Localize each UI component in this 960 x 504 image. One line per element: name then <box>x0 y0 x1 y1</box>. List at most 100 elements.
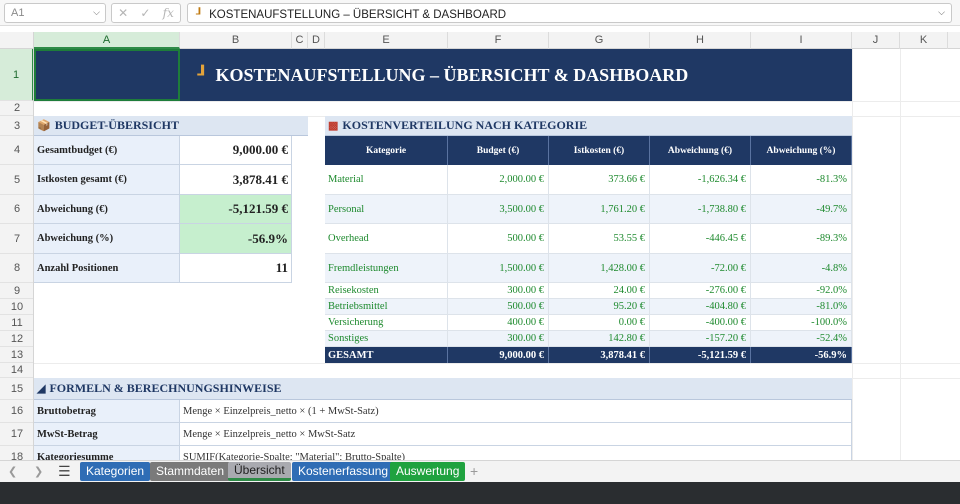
table-cell[interactable]: 24.00 € <box>549 283 650 299</box>
table-cell[interactable]: Sonstiges <box>325 331 448 347</box>
table-cell[interactable]: -1,626.34 € <box>650 165 751 195</box>
table-cell[interactable]: -276.00 € <box>650 283 751 299</box>
function-icon[interactable]: fx <box>163 6 174 20</box>
table-cell[interactable]: 400.00 € <box>448 315 549 331</box>
column-header-c[interactable]: C <box>292 32 308 49</box>
table-cell[interactable]: -4.8% <box>751 254 852 283</box>
table-cell[interactable]: 142.80 € <box>549 331 650 347</box>
table-cell[interactable]: Betriebsmittel <box>325 299 448 315</box>
table-cell[interactable]: 0.00 € <box>549 315 650 331</box>
chevron-left-icon[interactable]: ❮ <box>8 465 17 478</box>
table-cell[interactable]: 2,000.00 € <box>448 165 549 195</box>
column-header-i[interactable]: I <box>751 32 852 49</box>
table-cell[interactable]: Reisekosten <box>325 283 448 299</box>
table-cell[interactable]: -92.0% <box>751 283 852 299</box>
total-cell[interactable]: 3,878.41 € <box>549 347 650 363</box>
table-cell[interactable]: Fremdleistungen <box>325 254 448 283</box>
budget-value[interactable]: 11 <box>180 254 292 283</box>
row-header[interactable]: 13 <box>0 347 33 363</box>
budget-value[interactable]: 3,878.41 € <box>180 165 292 195</box>
table-cell[interactable]: 500.00 € <box>448 299 549 315</box>
chevron-down-icon[interactable]: ⌵ <box>93 7 100 18</box>
column-header-k[interactable]: K <box>900 32 948 49</box>
formula-input[interactable]: ┚ KOSTENAUFSTELLUNG – ÜBERSICHT & DASHBO… <box>187 3 952 23</box>
row-header[interactable]: 5 <box>0 165 33 195</box>
row-header[interactable]: 3 <box>0 116 33 136</box>
budget-value[interactable]: 9,000.00 € <box>180 136 292 165</box>
table-cell[interactable]: -400.00 € <box>650 315 751 331</box>
menu-icon[interactable]: ☰ <box>58 463 71 480</box>
formula-text[interactable]: Menge × Einzelpreis_netto × (1 + MwSt-Sa… <box>180 400 852 423</box>
table-cell[interactable]: 95.20 € <box>549 299 650 315</box>
table-cell[interactable]: -49.7% <box>751 195 852 224</box>
column-header-j[interactable]: J <box>852 32 900 49</box>
name-box[interactable]: A1 ⌵ <box>4 3 106 23</box>
table-cell[interactable]: -72.00 € <box>650 254 751 283</box>
sheet-tab-kostenerfassung[interactable]: Kostenerfassung <box>292 462 395 481</box>
budget-value[interactable]: -5,121.59 € <box>180 195 292 224</box>
formula-text[interactable]: SUMIF(Kategorie-Spalte; "Material"; Brut… <box>180 446 852 460</box>
cancel-icon[interactable]: ✕ <box>118 6 128 20</box>
table-cell[interactable]: -404.80 € <box>650 299 751 315</box>
column-header-f[interactable]: F <box>448 32 549 49</box>
total-cell[interactable]: 9,000.00 € <box>448 347 549 363</box>
table-cell[interactable]: -52.4% <box>751 331 852 347</box>
table-cell[interactable]: Personal <box>325 195 448 224</box>
total-cell[interactable]: -56.9% <box>751 347 852 363</box>
row-header[interactable]: 10 <box>0 299 33 315</box>
row-header[interactable]: 12 <box>0 331 33 347</box>
table-cell[interactable]: 500.00 € <box>448 224 549 254</box>
select-all-corner[interactable] <box>0 32 34 49</box>
row-header[interactable]: 16 <box>0 400 33 423</box>
table-cell[interactable]: 1,428.00 € <box>549 254 650 283</box>
column-header-h[interactable]: H <box>650 32 751 49</box>
expand-formula-icon[interactable]: ⌵ <box>938 7 945 18</box>
confirm-icon[interactable]: ✓ <box>140 6 150 20</box>
table-cell[interactable]: Overhead <box>325 224 448 254</box>
row-header[interactable]: 6 <box>0 195 33 224</box>
add-sheet-icon[interactable]: + <box>470 463 478 479</box>
row-header[interactable]: 4 <box>0 136 33 165</box>
table-cell[interactable]: -157.20 € <box>650 331 751 347</box>
column-header-b[interactable]: B <box>180 32 292 49</box>
table-cell[interactable]: Versicherung <box>325 315 448 331</box>
sheet-tab-auswertung[interactable]: Auswertung <box>390 462 466 481</box>
row-header[interactable]: 18 <box>0 446 33 460</box>
table-cell[interactable]: -81.3% <box>751 165 852 195</box>
row-header[interactable]: 9 <box>0 283 33 299</box>
table-cell[interactable]: -446.45 € <box>650 224 751 254</box>
row-header[interactable]: 7 <box>0 224 33 254</box>
table-cell[interactable]: -100.0% <box>751 315 852 331</box>
row-header[interactable]: 11 <box>0 315 33 331</box>
column-header-d[interactable]: D <box>308 32 325 49</box>
sheet-tab-uebersicht[interactable]: Übersicht <box>228 462 291 481</box>
row-header[interactable]: 2 <box>0 101 33 116</box>
table-cell[interactable]: 53.55 € <box>549 224 650 254</box>
sheet-tab-kategorien[interactable]: Kategorien <box>80 462 151 481</box>
formula-text[interactable]: Menge × Einzelpreis_netto × MwSt-Satz <box>180 423 852 446</box>
table-cell[interactable]: Material <box>325 165 448 195</box>
table-cell[interactable]: 1,761.20 € <box>549 195 650 224</box>
table-cell[interactable]: 300.00 € <box>448 283 549 299</box>
chevron-right-icon[interactable]: ❯ <box>34 465 43 478</box>
selected-cell-a1[interactable] <box>34 49 180 101</box>
total-cell[interactable]: GESAMT <box>325 347 448 363</box>
table-cell[interactable]: 300.00 € <box>448 331 549 347</box>
table-cell[interactable]: -89.3% <box>751 224 852 254</box>
table-cell[interactable]: 373.66 € <box>549 165 650 195</box>
table-cell[interactable]: -81.0% <box>751 299 852 315</box>
column-header-g[interactable]: G <box>549 32 650 49</box>
row-header[interactable]: 15 <box>0 378 33 400</box>
row-header[interactable]: 1 <box>0 49 33 101</box>
column-header-a[interactable]: A <box>34 32 180 49</box>
total-cell[interactable]: -5,121.59 € <box>650 347 751 363</box>
sheet-tab-stammdaten[interactable]: Stammdaten <box>150 462 231 481</box>
budget-value[interactable]: -56.9% <box>180 224 292 254</box>
column-header-e[interactable]: E <box>325 32 448 49</box>
row-header[interactable]: 17 <box>0 423 33 446</box>
row-header[interactable]: 14 <box>0 363 33 378</box>
table-cell[interactable]: -1,738.80 € <box>650 195 751 224</box>
table-cell[interactable]: 3,500.00 € <box>448 195 549 224</box>
row-header[interactable]: 8 <box>0 254 33 283</box>
table-cell[interactable]: 1,500.00 € <box>448 254 549 283</box>
